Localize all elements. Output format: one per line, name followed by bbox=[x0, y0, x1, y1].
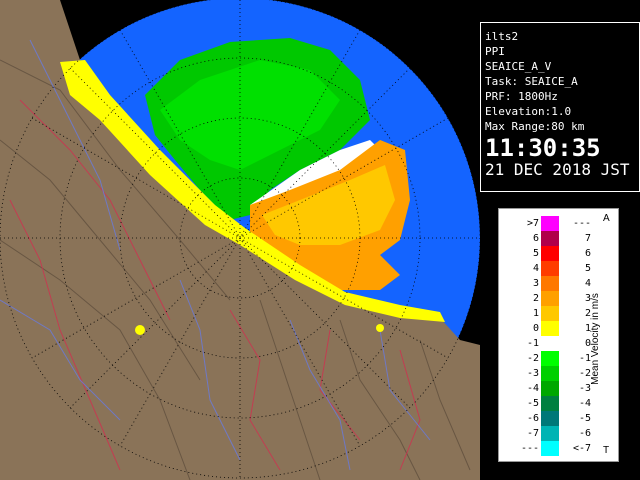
scan-date: 21 DEC 2018 JST bbox=[485, 160, 630, 179]
legend-swatch bbox=[541, 246, 559, 261]
legend-swatch bbox=[541, 276, 559, 291]
legend-lower-bound: -3 bbox=[526, 368, 539, 379]
legend-lower-bound: 0 bbox=[532, 323, 539, 334]
coast-echo-spot bbox=[376, 324, 384, 332]
legend-swatch bbox=[541, 336, 559, 351]
legend-upper-bound: -6 bbox=[578, 428, 591, 439]
prf-value: PRF: 1800Hz bbox=[485, 90, 558, 103]
legend-upper-bound: <-7 bbox=[572, 443, 591, 454]
task-name: SEAICE_A_V bbox=[485, 60, 552, 73]
legend-row: -7 -6 bbox=[499, 426, 620, 441]
legend-lower-bound: 3 bbox=[532, 278, 539, 289]
legend-lower-bound: -2 bbox=[526, 353, 539, 364]
site-name: ilts2 bbox=[485, 30, 519, 43]
legend-lower-bound: 5 bbox=[532, 248, 539, 259]
legend-swatch bbox=[541, 291, 559, 306]
legend-swatch bbox=[541, 351, 559, 366]
legend-upper-bound: 7 bbox=[584, 233, 591, 244]
legend-lower-bound: >7 bbox=[526, 218, 539, 229]
radar-info-panel: ilts2 PPI SEAICE_A_V Task: SEAICE_A PRF:… bbox=[480, 22, 640, 192]
legend-swatch bbox=[541, 231, 559, 246]
legend-row: 67 bbox=[499, 231, 620, 246]
legend-swatch bbox=[541, 216, 559, 231]
legend-swatch bbox=[541, 321, 559, 336]
coast-echo-spot bbox=[135, 325, 145, 335]
legend-lower-bound: -7 bbox=[526, 428, 539, 439]
legend-lower-bound: -6 bbox=[526, 413, 539, 424]
legend-lower-bound: -4 bbox=[526, 383, 539, 394]
radar-ppi-display bbox=[0, 0, 480, 480]
legend-swatch bbox=[541, 411, 559, 426]
legend-lower-bound: 4 bbox=[532, 263, 539, 274]
legend-swatch bbox=[541, 441, 559, 456]
max-range-value: Max Range:80 km bbox=[485, 120, 585, 133]
product-type: PPI bbox=[485, 45, 505, 58]
legend-lower-bound: 1 bbox=[532, 308, 539, 319]
radar-map bbox=[0, 0, 480, 480]
velocity-legend: A >7 --- 6 7 5 6 4 5 3 4 2 3 1 2 0 1 -1 0 -2 -1 -3 -2 -4 -3 -5 -4… bbox=[498, 208, 619, 462]
legend-row: --- <-7 bbox=[499, 441, 620, 456]
legend-lower-bound: 6 bbox=[532, 233, 539, 244]
legend-swatch bbox=[541, 366, 559, 381]
legend-row: >7 --- bbox=[499, 216, 620, 231]
legend-lower-bound: -1 bbox=[526, 338, 539, 349]
legend-swatch bbox=[541, 426, 559, 441]
legend-bottom-marker: T bbox=[603, 445, 610, 456]
legend-upper-bound: 6 bbox=[584, 248, 591, 259]
legend-lower-bound: -5 bbox=[526, 398, 539, 409]
legend-lower-bound: 2 bbox=[532, 293, 539, 304]
scan-time: 11:30:35 bbox=[485, 134, 601, 162]
legend-swatch bbox=[541, 396, 559, 411]
legend-title: Mean Velocity in m/s bbox=[590, 293, 601, 385]
legend-swatch bbox=[541, 261, 559, 276]
legend-swatch bbox=[541, 381, 559, 396]
legend-upper-bound: --- bbox=[572, 218, 591, 229]
legend-lower-bound: --- bbox=[520, 443, 539, 454]
legend-row: 56 bbox=[499, 246, 620, 261]
task-label: Task: SEAICE_A bbox=[485, 75, 578, 88]
elevation-value: Elevation:1.0 bbox=[485, 105, 572, 118]
legend-swatch bbox=[541, 306, 559, 321]
